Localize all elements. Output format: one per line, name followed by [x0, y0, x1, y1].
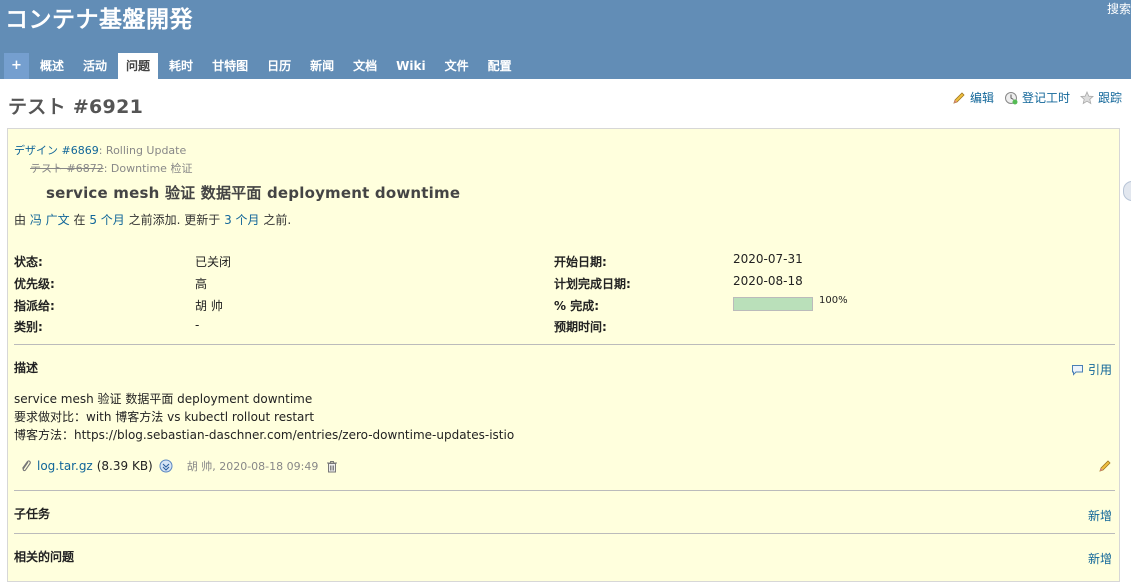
project-title[interactable]: コンテナ基盤開発	[5, 0, 193, 34]
issue-subject: service mesh 验证 数据平面 deployment downtime	[46, 184, 461, 202]
divider	[14, 490, 1115, 491]
parent-issue-subject: : Downtime 检证	[103, 162, 193, 175]
divider	[14, 533, 1115, 534]
watch-button[interactable]: 跟踪	[1079, 89, 1122, 106]
issue-title: テスト #6921	[8, 96, 144, 118]
due-date-value: 2020-08-18	[733, 274, 803, 288]
add-subtask-link[interactable]: 新增	[1088, 507, 1112, 524]
author-added-text: 之前添加. 更新于	[128, 213, 221, 227]
done-ratio-label: % 完成:	[554, 299, 600, 313]
attachment-row: log.tar.gz (8.39 KB) 胡 帅, 2020-08-18 09:…	[20, 458, 338, 474]
quote-label: 引用	[1087, 363, 1112, 377]
edit-label: 编辑	[969, 91, 994, 105]
priority-label: 优先级:	[14, 277, 55, 291]
attachment-meta: 胡 帅, 2020-08-18 09:49	[186, 460, 319, 473]
tab-settings[interactable]: 配置	[480, 53, 520, 79]
tab-news[interactable]: 新闻	[302, 53, 342, 79]
tab-issues[interactable]: 问题	[118, 53, 159, 79]
search-label[interactable]: 搜索	[1107, 0, 1131, 17]
updated-ago-link[interactable]: 3 个月	[224, 213, 259, 227]
pencil-icon	[953, 91, 965, 104]
grandparent-issue-subject: : Rolling Update	[98, 144, 187, 157]
author-link[interactable]: 冯 广文	[30, 213, 70, 227]
assignee-link[interactable]: 胡 帅	[195, 297, 223, 314]
add-relation-link[interactable]: 新增	[1088, 550, 1112, 567]
download-icon[interactable]	[159, 459, 173, 473]
divider	[14, 344, 1115, 345]
start-date-label: 开始日期:	[554, 255, 607, 269]
contextual-actions: 编辑 登记工时 跟踪	[942, 89, 1122, 106]
attachment-link[interactable]: log.tar.gz	[37, 459, 93, 473]
new-object-button[interactable]: +	[4, 53, 29, 79]
tab-spent-time[interactable]: 耗时	[161, 53, 201, 79]
priority-value: 高	[195, 277, 208, 291]
description-line: 要求做对比：with 博客方法 vs kubectl rollout resta…	[14, 410, 315, 424]
author-by-text: 由	[14, 213, 27, 227]
watch-label: 跟踪	[1097, 91, 1122, 105]
tab-files[interactable]: 文件	[437, 53, 477, 79]
assignee-label: 指派给:	[14, 299, 55, 313]
paperclip-icon	[22, 460, 31, 472]
tab-overview[interactable]: 概述	[32, 53, 72, 79]
star-icon	[1079, 90, 1094, 104]
log-time-label: 登记工时	[1021, 91, 1070, 105]
start-date-value: 2020-07-31	[733, 252, 803, 266]
author-at-text: 在	[73, 213, 86, 227]
quote-button[interactable]: 引用	[1071, 361, 1112, 378]
status-value: 已关闭	[195, 255, 232, 269]
progress-bar	[733, 297, 813, 311]
tab-activity[interactable]: 活动	[75, 53, 115, 79]
grandparent-issue-link[interactable]: デザイン #6869	[14, 144, 99, 157]
attachment-size: (8.39 KB)	[96, 459, 153, 473]
status-label: 状态:	[14, 255, 43, 269]
tab-wiki[interactable]: Wiki	[388, 53, 433, 79]
clock-add-icon	[1004, 91, 1018, 104]
progress-percent: 100%	[819, 295, 848, 306]
grandparent-issue-line: デザイン #6869: Rolling Update	[14, 142, 186, 158]
subtasks-title: 子任务	[14, 507, 51, 521]
estimated-time-label: 预期时间:	[554, 320, 607, 334]
category-label: 类别:	[14, 320, 43, 334]
edit-attachments-pencil-icon[interactable]	[1098, 459, 1112, 473]
main-menu: + 概述 活动 问题 耗时 甘特图 日历 新闻 文档 Wiki 文件 配置	[4, 53, 523, 79]
sidebar-toggle[interactable]	[1123, 181, 1131, 201]
due-date-label: 计划完成日期:	[554, 277, 631, 291]
delete-icon[interactable]	[326, 460, 338, 473]
created-ago-link[interactable]: 5 个月	[89, 213, 124, 227]
relations-title: 相关的问题	[14, 550, 75, 564]
description-line: 博客方法：https://blog.sebastian-daschner.com…	[14, 428, 515, 442]
category-value: -	[195, 318, 200, 332]
tab-calendar[interactable]: 日历	[259, 53, 299, 79]
author-tail-text: 之前.	[263, 213, 292, 227]
author-line: 由 冯 广文 在 5 个月 之前添加. 更新于 3 个月 之前.	[14, 211, 291, 228]
parent-issue-link[interactable]: テスト #6872	[30, 162, 104, 175]
tab-gantt[interactable]: 甘特图	[204, 53, 256, 79]
log-time-button[interactable]: 登记工时	[1004, 89, 1070, 106]
edit-button[interactable]: 编辑	[952, 89, 994, 106]
tab-documents[interactable]: 文档	[345, 53, 385, 79]
comment-icon	[1071, 364, 1083, 376]
description-line: service mesh 验证 数据平面 deployment downtime	[14, 392, 313, 406]
parent-issue-line: テスト #6872: Downtime 检证	[30, 160, 192, 176]
description-title: 描述	[14, 361, 39, 375]
header: コンテナ基盤開発 搜索 + 概述 活动 问题 耗时 甘特图 日历 新闻 文档 W…	[0, 0, 1131, 79]
issue-details: デザイン #6869: Rolling Update テスト #6872: Do…	[7, 128, 1120, 582]
